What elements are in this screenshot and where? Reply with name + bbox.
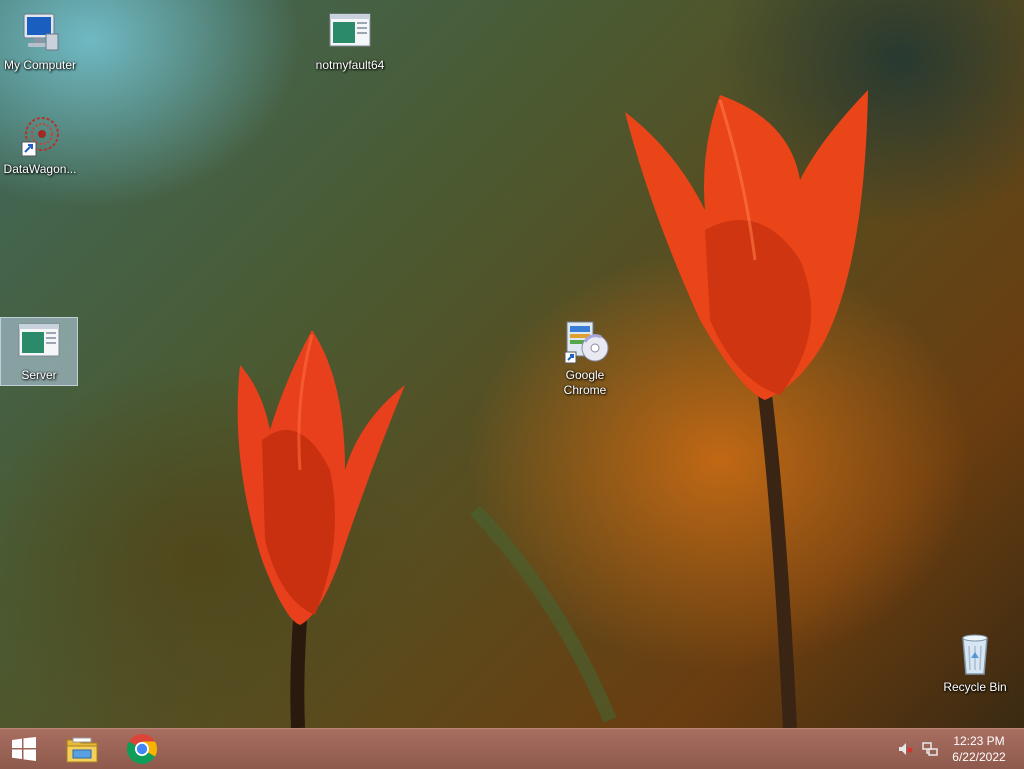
taskbar: 12:23 PM 6/22/2022	[0, 728, 1024, 769]
desktop-icon-notmyfault64[interactable]: notmyfault64	[310, 8, 390, 73]
taskbar-clock[interactable]: 12:23 PM 6/22/2022	[944, 733, 1014, 765]
computer-icon	[23, 13, 59, 51]
file-explorer-icon	[66, 737, 98, 763]
desktop-icon-google-chrome[interactable]: Google Chrome	[545, 318, 625, 398]
volume-muted-icon[interactable]	[897, 741, 913, 757]
chrome-icon	[126, 734, 158, 765]
desktop-icon-label: My Computer	[3, 58, 77, 72]
left-tulip	[237, 330, 405, 625]
clock-time: 12:23 PM	[953, 734, 1005, 748]
recycle-bin-icon	[962, 634, 988, 675]
desktop-icon-label: notmyfault64	[315, 58, 385, 72]
installer-icon	[564, 321, 609, 364]
desktop-icon-my-computer[interactable]: My Computer	[0, 8, 80, 73]
taskbar-file-explorer[interactable]	[56, 729, 108, 769]
app-window-icon	[329, 13, 371, 47]
desktop-icon-label: Recycle Bin	[943, 680, 1007, 694]
windows-logo-icon	[12, 737, 36, 761]
desktop-icon-label: Google Chrome	[563, 368, 607, 397]
desktop[interactable]: My Computer notmyfault64 DataWagon... Se…	[0, 0, 1024, 728]
desktop-icon-server[interactable]: Server	[0, 317, 78, 386]
clock-date: 6/22/2022	[952, 750, 1006, 764]
desktop-icon-label: DataWagon...	[3, 162, 77, 176]
datawagon-icon	[21, 117, 59, 157]
desktop-icon-datawagon[interactable]: DataWagon...	[0, 112, 80, 177]
desktop-icon-label: Server	[21, 368, 57, 382]
wallpaper-tulips	[237, 90, 868, 728]
start-button[interactable]	[0, 729, 48, 769]
right-tulip	[625, 90, 868, 400]
desktop-icon-recycle-bin[interactable]: Recycle Bin	[935, 630, 1015, 695]
taskbar-chrome[interactable]	[116, 729, 168, 769]
app-window-icon	[18, 323, 60, 357]
network-icon[interactable]	[922, 741, 938, 757]
